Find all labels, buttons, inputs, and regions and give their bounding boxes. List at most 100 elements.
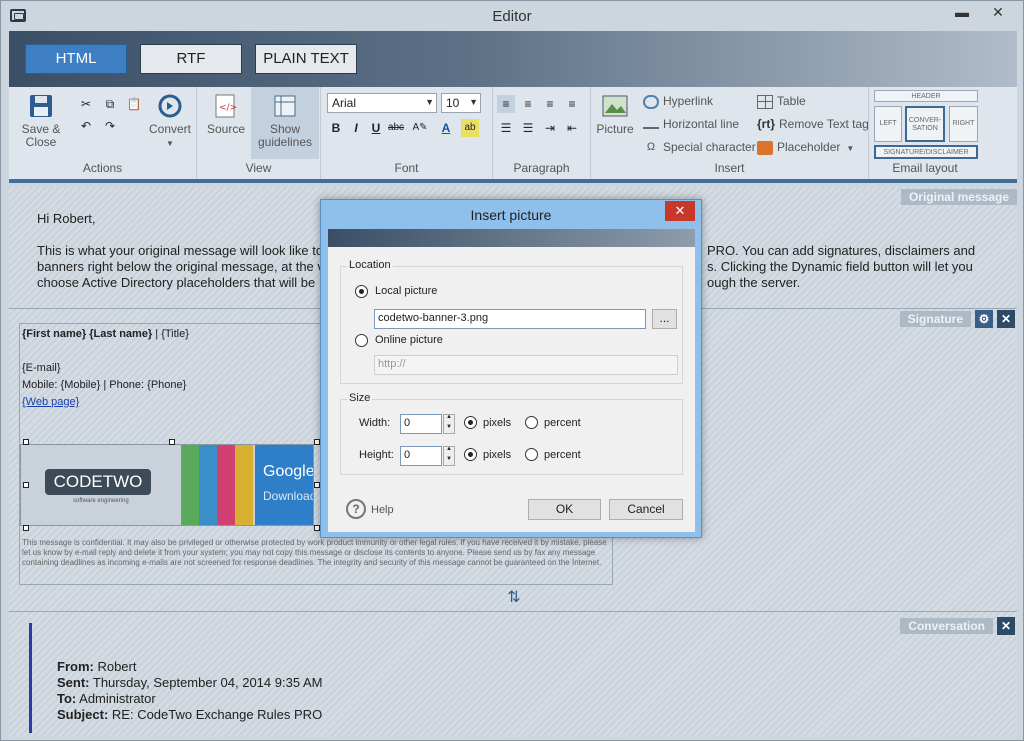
horizontal-line-icon [643,121,659,129]
height-spinner[interactable] [443,446,455,466]
highlight-button[interactable]: ab [461,119,479,137]
width-percent-label: percent [544,417,581,429]
help-icon[interactable]: ? [346,499,366,519]
height-percent-radio[interactable] [525,448,538,461]
redo-icon[interactable]: ↷ [101,117,119,135]
placeholder-button[interactable]: Placeholder ▼ [757,140,854,155]
bold-button[interactable]: B [327,119,345,137]
layout-header-button[interactable]: HEADER [874,90,978,102]
font-family-value: Arial [332,96,357,110]
minimize-button[interactable]: ▬ [947,1,977,25]
close-icon[interactable]: ✕ [997,617,1015,635]
dialog-title: Insert picture [470,207,552,223]
picture-icon [602,95,628,117]
email-layout-group-label: Email layout [892,161,958,175]
numbered-list-button[interactable]: ☰ [519,119,537,137]
email-layout-group: HEADER LEFT CONVER-SATION RIGHT SIGNATUR… [869,87,981,179]
dialog-close-button[interactable]: ✕ [665,201,695,221]
font-family-select[interactable]: Arial ▼ [327,93,437,113]
bullet-list-button[interactable]: ☰ [497,119,515,137]
underline-button[interactable]: U [367,119,385,137]
banner-image[interactable]: CODETWO software engineering Google Down… [20,444,314,526]
copy-icon[interactable]: ⧉ [101,95,119,113]
width-pixels-label: pixels [483,417,512,429]
gear-icon[interactable]: ⚙ [975,310,993,328]
codetwo-logo: CODETWO [45,469,151,495]
cancel-button[interactable]: Cancel [609,499,683,520]
stripe-green [181,445,199,525]
online-picture-radio[interactable] [355,334,368,347]
online-url-input[interactable]: http:// [374,355,678,375]
placeholder-label: Placeholder [777,140,841,154]
outdent-button[interactable]: ⇤ [563,119,581,137]
ok-button[interactable]: OK [528,499,601,520]
close-window-button[interactable]: ✕ [983,1,1013,25]
height-pixels-label: pixels [483,449,512,461]
font-size-select[interactable]: 10 ▼ [441,93,481,113]
convert-dropdown-icon: ▼ [166,139,174,148]
resize-handle[interactable] [23,525,29,531]
strikethrough-button[interactable]: abc [387,119,405,137]
close-icon[interactable]: ✕ [997,310,1015,328]
local-picture-path-input[interactable]: codetwo-banner-3.png [374,309,646,329]
source-button[interactable]: </> Source [207,93,245,136]
cut-icon[interactable]: ✂ [77,95,95,113]
width-input[interactable]: 0 [400,414,442,434]
online-picture-label: Online picture [375,334,443,346]
layout-left-button[interactable]: LEFT [874,106,902,142]
resize-handle[interactable] [23,439,29,445]
local-picture-radio[interactable] [355,285,368,298]
help-link[interactable]: Help [371,504,394,516]
stripe-pink [217,445,235,525]
show-guidelines-button[interactable]: Show guidelines [251,87,319,159]
layout-conversation-button[interactable]: CONVER-SATION [905,106,945,142]
phone-placeholder: Mobile: {Mobile} | Phone: {Phone} [22,379,187,391]
layout-signature-button[interactable]: SIGNATURE/DISCLAIMER [874,145,978,159]
special-character-button[interactable]: Ω Special character [643,140,756,155]
hyperlink-button[interactable]: Hyperlink [643,94,713,109]
logo-subtitle: software engineering [73,498,129,504]
justify-button[interactable]: ≡ [563,95,581,113]
save-close-button[interactable]: Save & Close [15,93,67,149]
special-label: Special character [663,140,756,154]
actions-group: Save & Close ✂ ⧉ 📋 ↶ ↷ Convert ▼ Actions [9,87,197,179]
picture-label: Picture [596,122,634,136]
font-color-button[interactable]: A [437,119,455,137]
banner-blue-panel: Google Download [255,445,313,525]
banner-google-text: Google [263,463,313,480]
clear-format-button[interactable]: A✎ [411,119,429,137]
height-pixels-radio[interactable] [464,448,477,461]
align-center-button[interactable]: ≡ [519,95,537,113]
web-page-link[interactable]: {Web page} [22,396,79,408]
height-label: Height: [359,449,394,461]
title-placeholder: | {Title} [152,328,189,340]
ribbon: Save & Close ✂ ⧉ 📋 ↶ ↷ Convert ▼ Actions … [9,87,1017,183]
horizontal-line-button[interactable]: Horizontal line [643,117,739,131]
resize-handle[interactable] [23,482,29,488]
insert-picture-dialog: Insert picture ✕ Location Local picture … [320,199,702,538]
stripe-blue [199,445,217,525]
save-icon [30,95,52,117]
tab-html[interactable]: HTML [25,44,127,74]
italic-button[interactable]: I [347,119,365,137]
table-button[interactable]: Table [757,94,806,109]
height-input[interactable]: 0 [400,446,442,466]
convert-button[interactable]: Convert ▼ [145,93,195,150]
align-left-button[interactable]: ≡ [497,95,515,113]
remove-text-tag-button[interactable]: {rt} Remove Text tag [757,117,869,131]
width-spinner[interactable] [443,414,455,434]
browse-button[interactable]: ... [652,309,677,329]
layout-right-button[interactable]: RIGHT [949,106,978,142]
tab-plain-text[interactable]: PLAIN TEXT [255,44,357,74]
conversation-label: Conversation [900,618,993,634]
picture-button[interactable]: Picture [595,93,635,136]
undo-icon[interactable]: ↶ [77,117,95,135]
width-pixels-radio[interactable] [464,416,477,429]
align-right-button[interactable]: ≡ [541,95,559,113]
width-percent-radio[interactable] [525,416,538,429]
paste-icon[interactable]: 📋 [125,95,143,113]
resize-handle[interactable] [169,439,175,445]
swap-sections-icon[interactable]: ⇅ [503,587,525,609]
tab-rtf[interactable]: RTF [140,44,242,74]
indent-button[interactable]: ⇥ [541,119,559,137]
